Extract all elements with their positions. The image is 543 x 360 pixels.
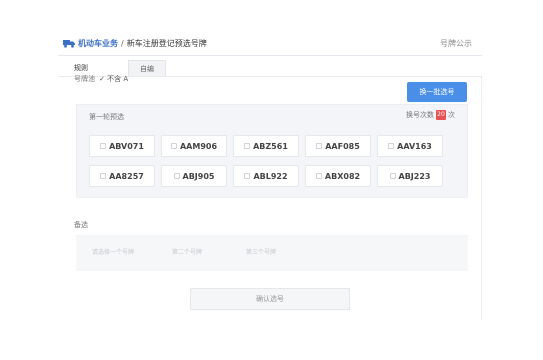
breadcrumb-main[interactable]: 机动车业务 bbox=[78, 39, 118, 48]
breadcrumb: 机动车业务 / 新车注册登记预选号牌 bbox=[78, 38, 207, 49]
preselect-panel: 第一轮预选 换号次数 20 次 ABV071 AAM906 ABZ561 AAF08… bbox=[76, 104, 468, 198]
plate-option[interactable]: ABZ561 bbox=[233, 135, 299, 157]
radio-icon bbox=[100, 143, 107, 149]
plate-number: AAM906 bbox=[179, 142, 218, 151]
page-header: 机动车业务 / 新车注册登记预选号牌 号牌公示 bbox=[58, 30, 482, 56]
radio-icon bbox=[389, 173, 396, 179]
spare-slot[interactable]: 请选择一个号牌 bbox=[92, 247, 134, 256]
plate-announcement-link[interactable]: 号牌公示 bbox=[440, 38, 472, 49]
change-batch-button[interactable]: 换一批选号 bbox=[407, 82, 467, 102]
plate-option[interactable]: AAV163 bbox=[377, 135, 443, 157]
breadcrumb-current: 新车注册登记预选号牌 bbox=[126, 39, 207, 48]
plate-number: ABZ561 bbox=[253, 142, 288, 151]
radio-icon bbox=[100, 173, 107, 179]
plate-pool-filter: 号牌池 ✓ 不含 A bbox=[74, 74, 128, 84]
plate-option[interactable]: ABJ223 bbox=[377, 165, 443, 187]
plate-pool-label: 号牌池 bbox=[74, 75, 95, 83]
app-frame: 机动车业务 / 新车注册登记预选号牌 号牌公示 规则 自编 号牌池 ✓ 不含 A 换一… bbox=[58, 30, 482, 320]
confirm-selection-button[interactable]: 确认选号 bbox=[190, 288, 350, 310]
plate-number: AAV163 bbox=[397, 142, 432, 151]
spare-panel: 请选择一个号牌 第二个号牌 第三个号牌 bbox=[76, 235, 468, 271]
refresh-suffix: 次 bbox=[448, 111, 455, 119]
plate-number: ABJ905 bbox=[182, 172, 215, 181]
plate-number: ABV071 bbox=[109, 142, 144, 151]
plate-option[interactable]: ABL922 bbox=[233, 165, 299, 187]
plate-number: AAF085 bbox=[325, 142, 360, 151]
spare-slot[interactable]: 第二个号牌 bbox=[172, 247, 202, 256]
radio-icon bbox=[316, 143, 323, 149]
radio-icon bbox=[244, 173, 251, 179]
tab-custom[interactable]: 自编 bbox=[128, 60, 166, 76]
radio-icon bbox=[173, 173, 180, 179]
exclude-a-checkbox[interactable]: ✓ 不含 A bbox=[99, 75, 128, 83]
truck-icon bbox=[63, 40, 75, 48]
plate-number: ABX082 bbox=[324, 172, 361, 181]
plate-option[interactable]: ABV071 bbox=[89, 135, 155, 157]
refresh-counter: 换号次数 20 次 bbox=[406, 110, 455, 120]
refresh-count-badge: 20 bbox=[436, 110, 446, 120]
radio-icon bbox=[244, 143, 251, 149]
plate-option[interactable]: AAF085 bbox=[305, 135, 371, 157]
plate-grid: ABV071 AAM906 ABZ561 AAF085 AAV163 AA825… bbox=[89, 135, 459, 195]
breadcrumb-separator: / bbox=[121, 39, 124, 48]
plate-option[interactable]: AAM906 bbox=[161, 135, 227, 157]
refresh-label: 换号次数 bbox=[406, 111, 434, 119]
preselect-title: 第一轮预选 bbox=[89, 113, 124, 121]
radio-icon bbox=[170, 143, 177, 149]
spare-slot[interactable]: 第三个号牌 bbox=[246, 247, 276, 256]
radio-icon bbox=[388, 143, 395, 149]
plate-option[interactable]: ABX082 bbox=[305, 165, 371, 187]
plate-number: ABL922 bbox=[253, 172, 288, 181]
plate-option[interactable]: ABJ905 bbox=[161, 165, 227, 187]
spare-title: 备选 bbox=[74, 221, 88, 229]
plate-number: ABJ223 bbox=[398, 172, 431, 181]
plate-option[interactable]: AA8257 bbox=[89, 165, 155, 187]
radio-icon bbox=[315, 173, 322, 179]
plate-number: AA8257 bbox=[109, 172, 144, 181]
